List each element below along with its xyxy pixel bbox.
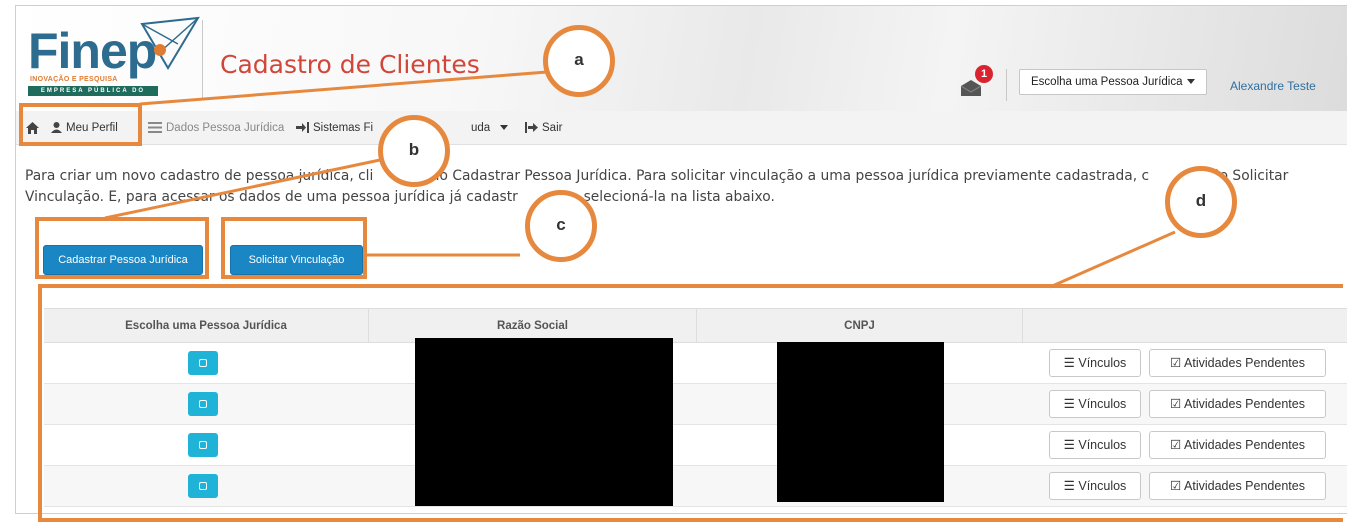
annotation-callout-a: a [543, 25, 615, 97]
nav-sistemas-label: Sistemas Fi [313, 122, 374, 134]
user-menu[interactable]: Alexandre Teste [1230, 79, 1316, 93]
sign-out-icon [525, 122, 538, 134]
logo-tagline: INOVAÇÃO E PESQUISA [30, 76, 118, 83]
caret-down-icon [1186, 79, 1195, 85]
intro-text: Para criar um novo cadastro de pessoa ju… [25, 166, 1347, 208]
nav-dados-pessoa-juridica[interactable]: Dados Pessoa Jurídica [148, 111, 284, 145]
nav-sistemas[interactable]: Sistemas Fi [296, 111, 373, 145]
header-separator [1006, 69, 1007, 101]
annotation-callout-b: b [378, 115, 450, 187]
nav-ajuda[interactable]: uda [471, 111, 509, 145]
caret-down-icon [500, 125, 509, 131]
nav-dados-pj-label: Dados Pessoa Jurídica [166, 122, 285, 134]
envelope-icon[interactable] [960, 80, 982, 96]
annotation-box-meu-perfil [19, 103, 142, 146]
intro-line-1: Para criar um novo cadastro de pessoa ju… [25, 168, 1289, 184]
sign-in-icon [296, 122, 309, 134]
annotation-box-table [38, 284, 1343, 522]
logo-triangle-icon [140, 16, 200, 70]
pj-dropdown-label: Escolha uma Pessoa Jurídica [1031, 76, 1183, 88]
annotation-callout-d: d [1165, 166, 1237, 238]
annotation-box-solicitar [221, 217, 367, 279]
pessoa-juridica-dropdown[interactable]: Escolha uma Pessoa Jurídica [1019, 69, 1207, 95]
annotation-box-cadastrar [35, 217, 209, 279]
header: Finep INOVAÇÃO E PESQUISA EMPRESA PÚBLIC… [16, 6, 1347, 111]
annotation-callout-c: c [525, 190, 597, 262]
logo-band: EMPRESA PÚBLICA DO MCTI [28, 86, 158, 104]
nav-sair-label: Sair [542, 122, 563, 134]
app-title: Cadastro de Clientes [220, 50, 480, 79]
list-icon [148, 122, 162, 134]
nav-ajuda-label: uda [471, 122, 491, 134]
nav-sair[interactable]: Sair [525, 111, 562, 145]
finep-logo[interactable]: Finep INOVAÇÃO E PESQUISA EMPRESA PÚBLIC… [28, 16, 200, 106]
notification-badge[interactable]: 1 [975, 65, 993, 83]
header-divider [202, 20, 203, 98]
intro-line-2: Vinculação. E, para acessar os dados de … [25, 189, 775, 205]
navbar: Meu Perfil Dados Pessoa Jurídica Sistema… [16, 111, 1347, 145]
